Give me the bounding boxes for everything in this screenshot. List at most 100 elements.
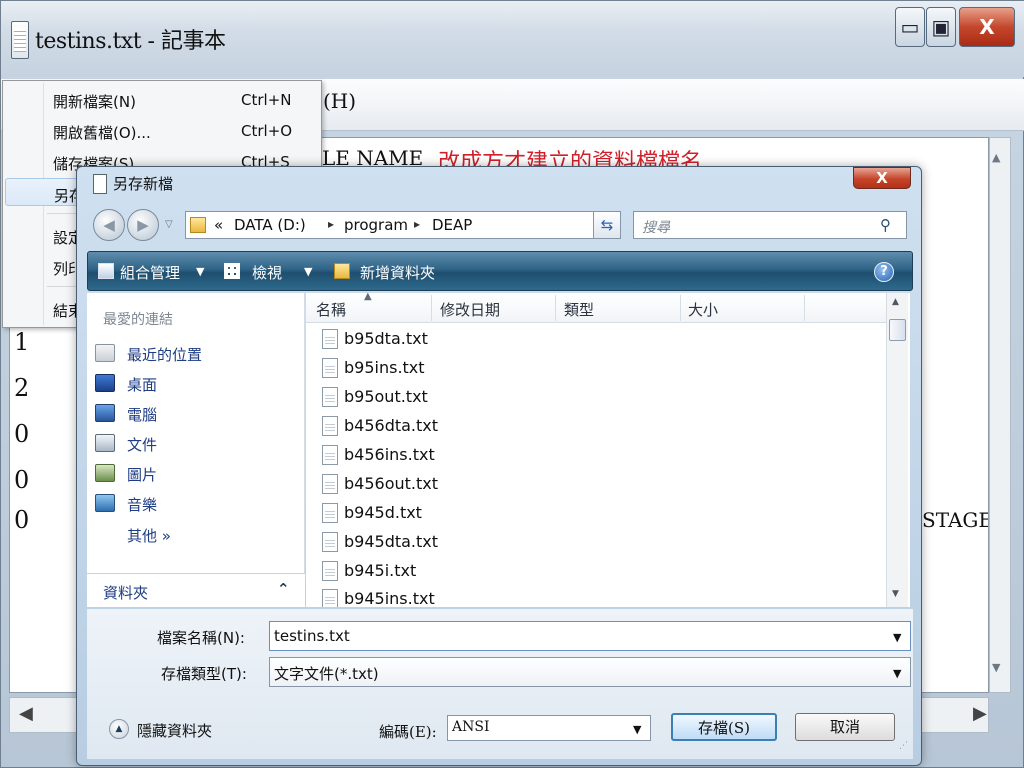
column-divider[interactable] <box>555 295 556 321</box>
column-size[interactable]: 大小 <box>688 299 718 320</box>
nav-link-desktop[interactable]: 桌面 <box>95 369 301 397</box>
column-divider[interactable] <box>680 295 681 321</box>
search-icon[interactable]: ⚲ <box>880 216 891 234</box>
file-list-scrollbar[interactable]: ▲ ▼ <box>886 293 908 607</box>
notepad-titlebar[interactable]: testins.txt - 記事本 ▭ ▣ X <box>1 1 1024 77</box>
scroll-up-icon[interactable]: ▲ <box>992 151 1000 164</box>
digit-line: 0 <box>14 466 30 494</box>
window-title: testins.txt - 記事本 <box>35 29 226 54</box>
file-row[interactable]: b945dta.txt <box>318 528 618 557</box>
maximize-button[interactable]: ▣ <box>926 7 956 47</box>
dialog-close-button[interactable]: X <box>853 167 911 189</box>
file-name: b95ins.txt <box>344 358 425 377</box>
menu-item-label: 開啟舊檔(O)... <box>53 124 151 142</box>
nav-link-pictures[interactable]: 圖片 <box>95 459 301 487</box>
file-row[interactable]: b945ins.txt <box>318 585 618 607</box>
file-name: b95dta.txt <box>344 329 428 348</box>
nav-link-recent[interactable]: 最近的位置 <box>95 339 301 367</box>
help-button[interactable]: ? <box>874 262 894 282</box>
scroll-up-icon[interactable]: ▲ <box>892 297 899 307</box>
save-button[interactable]: 存檔(S) <box>671 713 777 741</box>
text-file-icon <box>322 532 338 552</box>
nav-link-documents[interactable]: 文件 <box>95 429 301 457</box>
folder-icon <box>190 217 206 233</box>
chevron-down-icon[interactable]: ▼ <box>633 723 641 736</box>
file-row[interactable]: b95dta.txt <box>318 325 618 354</box>
file-row[interactable]: b456ins.txt <box>318 441 618 470</box>
refresh-button[interactable]: ⇆ <box>593 211 621 239</box>
file-row[interactable]: b945d.txt <box>318 499 618 528</box>
organize-button[interactable]: 組合管理 <box>120 262 180 283</box>
text-file-icon <box>322 589 338 607</box>
nav-link-computer[interactable]: 電腦 <box>95 399 301 427</box>
minimize-button[interactable]: ▭ <box>895 7 925 47</box>
file-row[interactable]: b95ins.txt <box>318 354 618 383</box>
breadcrumb-drive[interactable]: DATA (D:) <box>234 216 306 234</box>
forward-button[interactable]: ▶ <box>127 209 159 241</box>
nav-link-label: 圖片 <box>127 466 158 484</box>
breadcrumb-overflow[interactable]: « <box>214 216 223 234</box>
scroll-down-icon[interactable]: ▼ <box>992 661 1000 674</box>
folders-label: 資料夾 <box>103 584 149 602</box>
history-dropdown-icon[interactable]: ▽ <box>165 219 173 230</box>
breadcrumb-separator-icon[interactable]: ▸ <box>328 217 334 231</box>
file-row[interactable]: b456out.txt <box>318 470 618 499</box>
chevron-down-icon[interactable]: ▼ <box>893 667 901 680</box>
text-file-icon <box>322 503 338 523</box>
scroll-right-icon[interactable]: ▶ <box>973 703 987 724</box>
filename-input[interactable] <box>269 621 911 651</box>
back-button[interactable]: ◀ <box>93 209 125 241</box>
column-type[interactable]: 類型 <box>564 299 594 320</box>
text-file-icon <box>322 474 338 494</box>
resize-grip-icon[interactable]: ⋰ <box>899 741 908 751</box>
column-date-modified[interactable]: 修改日期 <box>440 299 500 320</box>
chevron-down-icon[interactable]: ▼ <box>304 265 312 278</box>
breadcrumb-program[interactable]: program <box>344 216 408 234</box>
folders-toggle[interactable]: 資料夾 ⌃ <box>87 573 305 607</box>
column-divider[interactable] <box>804 295 805 321</box>
text-file-icon <box>322 329 338 349</box>
file-name: b945i.txt <box>344 561 417 580</box>
breadcrumb-separator-icon[interactable]: ▸ <box>414 217 420 231</box>
column-name[interactable]: 名稱 <box>316 299 346 320</box>
file-row[interactable]: b95out.txt <box>318 383 618 412</box>
refresh-icon: ⇆ <box>600 216 614 234</box>
text-file-icon <box>322 416 338 436</box>
chevron-up-icon[interactable]: ⌃ <box>277 580 290 598</box>
vertical-scrollbar[interactable] <box>989 137 1011 693</box>
encoding-label: 編碼(E): <box>379 723 437 741</box>
column-divider[interactable] <box>431 295 432 321</box>
scrollbar-thumb[interactable] <box>889 319 906 341</box>
file-name: b945ins.txt <box>344 589 435 607</box>
breadcrumb-deap[interactable]: DEAP <box>432 216 472 234</box>
hide-folders-toggle[interactable]: ▲ 隱藏資料夾 <box>109 719 249 743</box>
notepad-icon <box>11 21 29 59</box>
file-name: b95out.txt <box>344 387 428 406</box>
menu-item-new[interactable]: 開新檔案(N) Ctrl+N <box>5 85 319 113</box>
nav-link-music[interactable]: 音樂 <box>95 489 301 517</box>
filetype-select[interactable]: 文字文件(*.txt) <box>269 657 911 687</box>
chevron-down-icon[interactable]: ▼ <box>196 265 204 278</box>
new-folder-button[interactable]: 新增資料夾 <box>360 262 435 283</box>
save-as-dialog: 另存新檔 X ◀ ▶ ▽ « DATA (D:) ▸ program ▸ DEA… <box>76 166 922 766</box>
encoding-select[interactable]: ANSI <box>447 715 651 741</box>
address-bar[interactable]: « DATA (D:) ▸ program ▸ DEAP ▼ <box>185 211 654 239</box>
menu-item-shortcut: Ctrl+O <box>241 122 293 140</box>
close-button[interactable]: X <box>959 7 1015 47</box>
menu-item-shortcut: Ctrl+N <box>241 91 292 109</box>
file-row[interactable]: b945i.txt <box>318 557 618 586</box>
file-row[interactable]: b456dta.txt <box>318 412 618 441</box>
menu-item-open[interactable]: 開啟舊檔(O)... Ctrl+O <box>5 116 319 144</box>
pictures-icon <box>95 464 115 482</box>
chevron-down-icon[interactable]: ▼ <box>893 631 901 644</box>
file-list[interactable]: 名稱 ▲ 修改日期 類型 大小 b95dta.txt b95ins.txt b9… <box>306 291 910 607</box>
column-header-row: 名稱 ▲ 修改日期 類型 大小 <box>306 291 886 323</box>
documents-icon <box>95 434 115 452</box>
scroll-down-icon[interactable]: ▼ <box>892 589 899 599</box>
menu-help[interactable]: (H) <box>323 89 356 113</box>
scroll-left-icon[interactable]: ◀ <box>19 703 33 724</box>
nav-more-link[interactable]: 其他 » <box>127 525 171 546</box>
views-button[interactable]: 檢視 <box>252 262 282 283</box>
search-box[interactable]: 搜尋 ⚲ <box>633 211 907 239</box>
cancel-button[interactable]: 取消 <box>795 713 895 741</box>
